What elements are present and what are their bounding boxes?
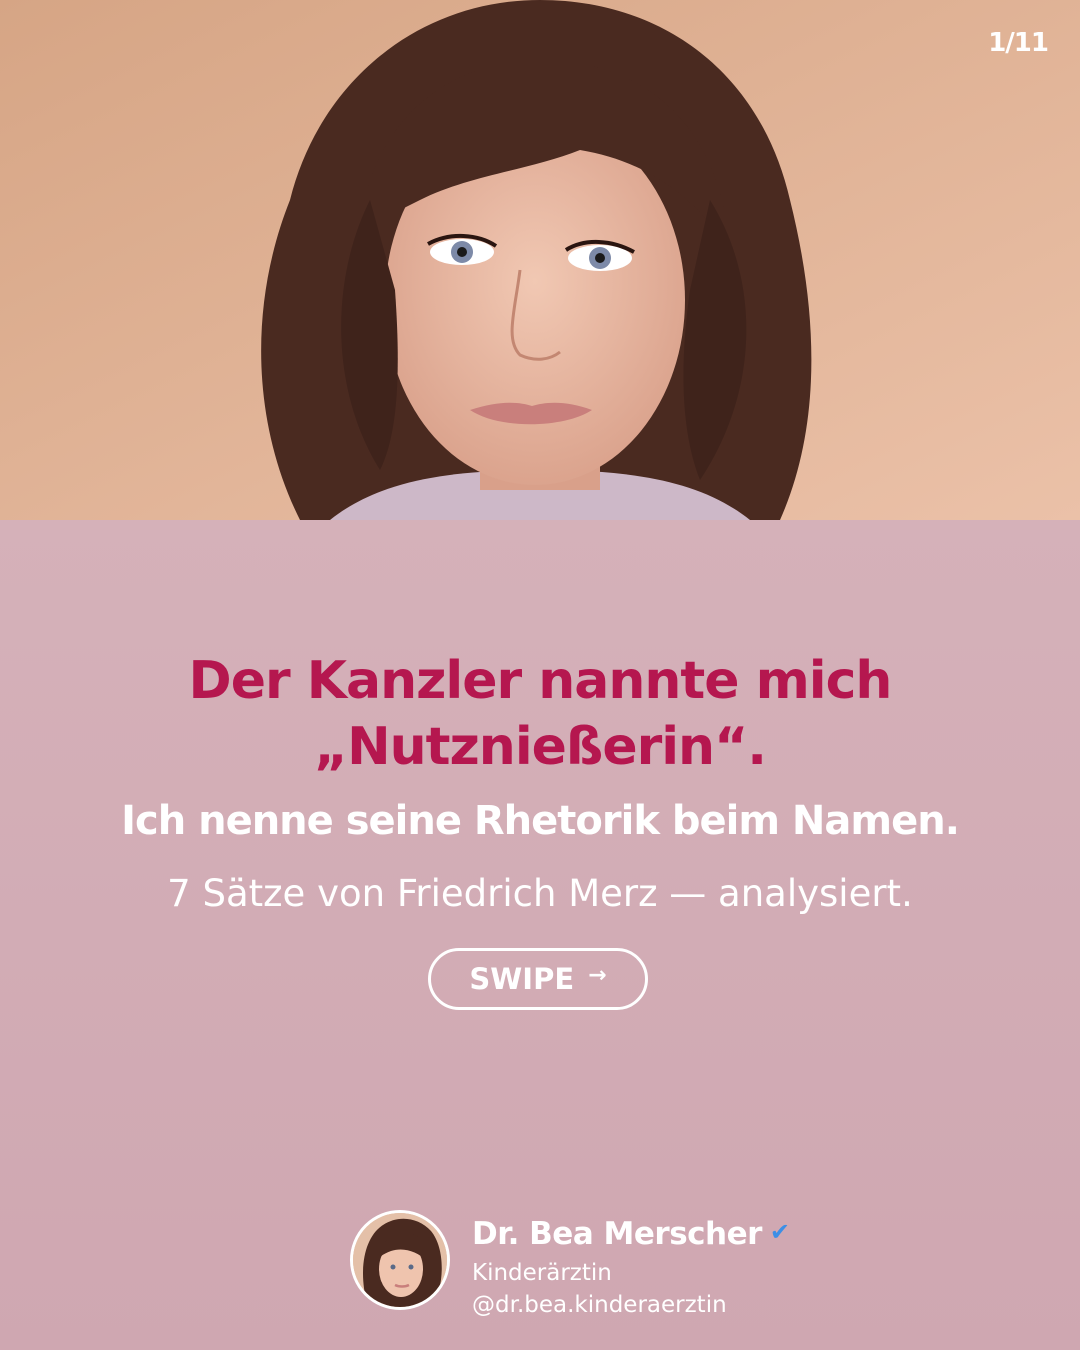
- profile-name-text: Dr. Bea Merscher: [472, 1216, 762, 1252]
- profile-name: Dr. Bea Merscher ✔: [472, 1216, 790, 1252]
- profile-handle[interactable]: @dr.bea.kinderaerztin: [472, 1292, 727, 1318]
- arrow-right-icon: →: [588, 962, 607, 988]
- headline: Der Kanzler nannte mich „Nutznießerin“.: [0, 648, 1080, 780]
- profile-role: Kinderärztin: [472, 1260, 612, 1286]
- hero-photo: 1/11: [0, 0, 1080, 520]
- swipe-label: SWIPE: [469, 962, 575, 996]
- avatar: [350, 1210, 450, 1310]
- author-profile: Dr. Bea Merscher ✔ Kinderärztin @dr.bea.k…: [350, 1210, 810, 1320]
- page-indicator: 1/11: [988, 28, 1049, 58]
- content-panel: Der Kanzler nannte mich „Nutznießerin“. …: [0, 520, 1080, 1350]
- headline-line-2: „Nutznießerin“.: [313, 717, 767, 777]
- tagline: 7 Sätze von Friedrich Merz — analysiert.: [167, 872, 913, 915]
- avatar-image: [353, 1213, 447, 1307]
- headline-line-1: Der Kanzler nannte mich: [188, 651, 893, 711]
- portrait-image: [0, 0, 1080, 520]
- swipe-button[interactable]: SWIPE →: [428, 948, 648, 1010]
- subheadline: Ich nenne seine Rhetorik beim Namen.: [121, 798, 960, 844]
- verified-badge-icon: ✔: [769, 1218, 790, 1246]
